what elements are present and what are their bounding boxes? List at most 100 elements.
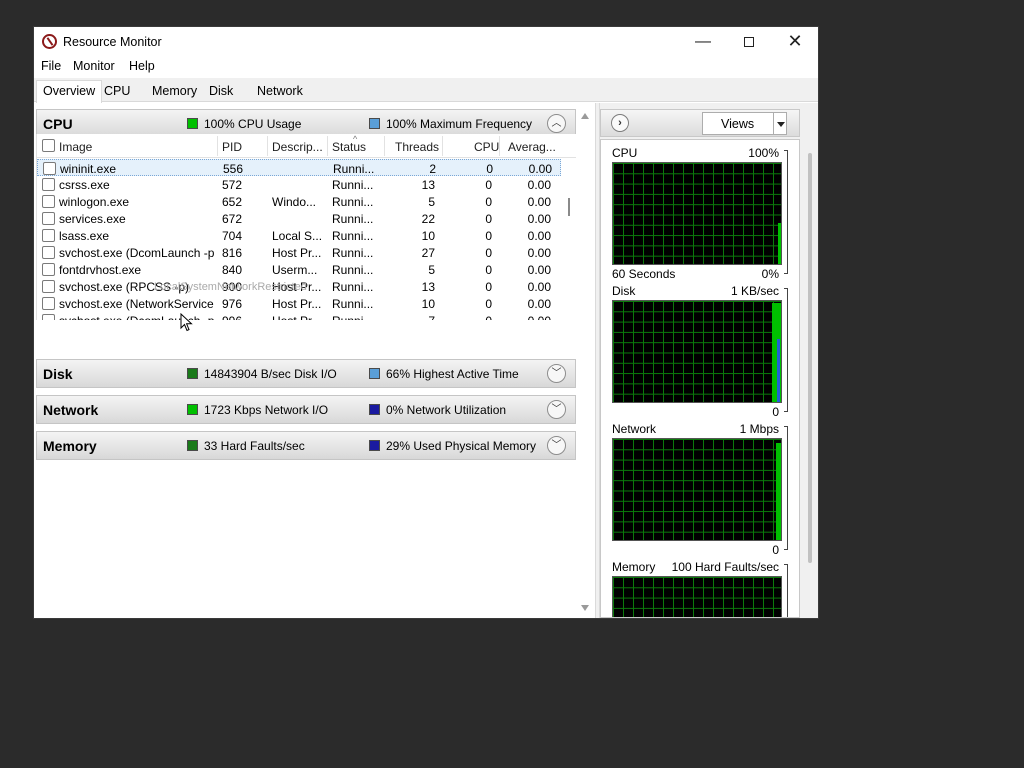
cell-desc: Host Pr... [272,246,322,260]
cell-avg: 0.00 [527,229,551,243]
tab-disk[interactable]: Disk [209,84,233,98]
menu-help[interactable]: Help [129,59,155,73]
tab-memory[interactable]: Memory [152,84,197,98]
tab-overview[interactable]: Overview [36,80,103,103]
cell-cpu: 0 [485,195,492,209]
cell-avg: 0.00 [527,263,551,277]
column-threads[interactable]: Threads [395,140,439,154]
table-scrollbar-thumb[interactable] [568,198,570,216]
column-separator[interactable] [267,136,268,156]
disk-graph-title: Disk [612,284,636,298]
column-status[interactable]: Status [332,140,366,154]
cell-avg: 0.00 [499,314,551,320]
cell-cpu: 0 [485,246,492,260]
cell-desc: Host Pr... [272,297,322,311]
max-frequency-legend [369,118,380,129]
minimize-button[interactable]: — [680,27,726,57]
cpu-collapse-button[interactable]: ︿ [547,114,566,133]
close-button[interactable]: ✕ [772,27,818,57]
network-section-header[interactable]: Network 1723 Kbps Network I/O 0% Network… [36,395,576,424]
row-checkbox[interactable] [42,280,55,293]
memory-section-title: Memory [43,438,97,454]
views-dropdown-arrow-icon[interactable] [773,113,787,134]
table-row[interactable]: winlogon.exe 652 Windo... Runni... 5 0 0.00 [37,193,561,210]
disk-active-time-legend [369,368,380,379]
overview-panel: CPU 100% CPU Usage 100% Maximum Frequenc… [34,103,595,618]
minimize-icon: — [695,33,711,50]
memory-expand-button[interactable]: ﹀ [547,436,566,455]
table-row[interactable]: lsass.exe 704 Local S... Runni... 10 0 0.00 [37,227,561,244]
row-checkbox[interactable] [42,178,55,191]
cpu-graph-time-span: 60 Seconds [612,267,676,281]
disk-graph-max: 1 KB/sec [730,284,779,298]
memory-section-header[interactable]: Memory 33 Hard Faults/sec 29% Used Physi… [36,431,576,460]
cell-cpu: 0 [442,314,492,320]
views-button[interactable]: Views [702,112,787,135]
disk-section-header[interactable]: Disk 14843904 B/sec Disk I/O 66% Highest… [36,359,576,388]
resource-monitor-app-icon [42,34,57,49]
table-scrollbar[interactable] [564,158,576,320]
table-row[interactable]: svchost.exe (NetworkService... 976 Host Pr… [37,295,561,312]
network-expand-button[interactable]: ﹀ [547,400,566,419]
row-checkbox[interactable] [42,314,55,320]
column-image[interactable]: Image [59,140,92,154]
column-separator[interactable] [442,136,443,156]
disk-graph-min: 0 [772,405,779,419]
disk-io-legend [187,368,198,379]
tab-network[interactable]: Network [257,84,303,98]
row-checkbox[interactable] [42,297,55,310]
row-checkbox[interactable] [42,195,55,208]
cell-avg: 0.00 [527,280,551,294]
table-row[interactable]: svchost.exe (DcomLaunch -p) 816 Host Pr...… [37,244,561,261]
cell-image: wininit.exe [60,162,117,176]
scroll-up-icon[interactable] [581,113,589,119]
column-pid[interactable]: PID [222,140,242,154]
table-row[interactable]: services.exe 672 Runni... 22 0 0.00 [37,210,561,227]
table-row[interactable]: svchost.exe (DcomLaunch -p)996Host Pr...… [37,312,561,320]
network-io-legend [187,404,198,415]
maximize-button[interactable] [726,27,772,57]
cell-image: csrss.exe [59,178,110,192]
window-title: Resource Monitor [63,35,162,49]
table-row[interactable]: wininit.exe 556 Runni... 2 0 0.00 [37,159,561,176]
disk-expand-button[interactable]: ﹀ [547,364,566,383]
disk-io-text: 14843904 B/sec Disk I/O [204,367,337,381]
table-row[interactable]: csrss.exe 572 Runni... 13 0 0.00 [37,176,561,193]
column-separator[interactable] [384,136,385,156]
column-separator[interactable] [327,136,328,156]
column-description[interactable]: Descrip... [272,140,323,154]
row-checkbox[interactable] [42,229,55,242]
cell-threads: 10 [421,297,435,311]
graphs-scrollbar[interactable] [803,139,818,618]
row-checkbox[interactable] [42,263,55,276]
cell-status: Runni... [332,280,374,294]
cell-image: svchost.exe (DcomLaunch -p) [59,246,214,260]
table-row[interactable]: fontdrvhost.exe 840 Userm... Runni... 5 0 0.00 [37,261,561,278]
tab-cpu[interactable]: CPU [104,84,130,98]
used-memory-text: 29% Used Physical Memory [386,439,537,453]
row-checkbox[interactable] [43,162,56,175]
mouse-pointer-icon [180,313,193,332]
graph-scale-bracket [784,288,788,412]
menu-monitor[interactable]: Monitor [73,59,115,73]
network-io-line [776,443,781,540]
select-all-checkbox[interactable] [42,139,55,152]
column-separator[interactable] [217,136,218,156]
column-cpu[interactable]: CPU [474,140,499,154]
graphs-scrollbar-thumb[interactable] [808,153,812,563]
scroll-down-icon[interactable] [581,605,589,611]
row-checkbox[interactable] [42,212,55,225]
row-checkbox[interactable] [42,246,55,259]
cpu-graph-title: CPU [612,146,638,160]
collapse-graphs-button[interactable]: › [611,114,629,132]
left-pane-scrollbar[interactable] [578,107,594,618]
cpu-usage-legend [187,118,198,129]
menu-file[interactable]: File [41,59,61,73]
cell-pid: 672 [222,212,243,226]
column-average-cpu[interactable]: Averag... [508,140,556,154]
column-separator[interactable] [499,136,500,156]
network-section-title: Network [43,402,99,418]
cell-image: services.exe [59,212,126,226]
memory-graph [612,576,782,617]
menu-bar: File Monitor Help [34,57,818,77]
